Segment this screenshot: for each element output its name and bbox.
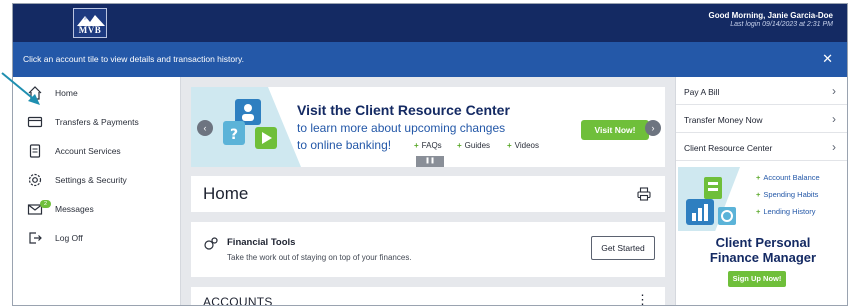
banner-title: Visit the Client Resource Center <box>297 102 510 118</box>
sidebar-item-label: Account Services <box>55 146 121 156</box>
annotation-arrow-icon <box>1 72 40 105</box>
sidebar-item-settings[interactable]: Settings & Security <box>13 168 181 192</box>
sidebar-item-label: Settings & Security <box>55 175 127 185</box>
sidebar-item-transfers[interactable]: Transfers & Payments <box>13 110 181 134</box>
finance-manager-promo: + Account Balance + Spending Habits + Lendi… <box>678 167 847 303</box>
resource-illustration-icon: ? <box>223 99 277 149</box>
chevron-right-icon: › <box>832 112 836 126</box>
transfer-money-link[interactable]: Transfer Money Now › <box>676 105 847 133</box>
sidebar-item-log-off[interactable]: Log Off <box>13 226 181 250</box>
home-card: Home <box>191 176 665 212</box>
quick-link-label: Client Resource Center <box>684 143 773 153</box>
faqs-link-label: FAQs <box>421 141 442 150</box>
get-started-button[interactable]: Get Started <box>591 236 655 260</box>
guides-link[interactable]: + Guides <box>457 141 490 150</box>
client-resource-center-link[interactable]: Client Resource Center › <box>676 133 847 161</box>
kebab-menu-icon[interactable]: ⋮ <box>636 292 649 305</box>
gear-icon <box>27 172 43 188</box>
sidebar-nav: Home Transfers & Payments Account Servic… <box>13 77 181 305</box>
promo-title-line2: Finance Manager <box>709 250 817 265</box>
logo-text: MVB <box>78 25 102 35</box>
main-content: ? ‹ Visit the Client Resource Center to … <box>189 77 667 306</box>
user-greeting: Good Morning, Janie Garcia-Doe Last logi… <box>709 11 833 28</box>
sidebar-item-account-services[interactable]: Account Services <box>13 139 181 163</box>
promo-feature: + Spending Habits <box>756 190 819 199</box>
quick-link-label: Pay A Bill <box>684 87 720 97</box>
sidebar-item-label: Log Off <box>55 233 83 243</box>
chevron-right-icon: › <box>832 84 836 98</box>
sidebar-item-label: Messages <box>55 204 94 214</box>
faqs-link[interactable]: + FAQs <box>414 141 442 150</box>
finance-chart-icon <box>686 177 736 225</box>
top-header: MVB Good Morning, Janie Garcia-Doe Last … <box>13 4 847 42</box>
videos-link-label: Videos <box>514 141 539 150</box>
info-message: Click an account tile to view details an… <box>23 54 244 64</box>
promo-feature: + Lending History <box>756 207 816 216</box>
print-icon[interactable] <box>637 187 651 201</box>
pay-a-bill-link[interactable]: Pay A Bill › <box>676 77 847 105</box>
chevron-right-icon: › <box>832 140 836 154</box>
promo-feature: + Account Balance <box>756 173 820 182</box>
document-icon <box>27 143 43 159</box>
promo-feature-label: Account Balance <box>763 173 820 182</box>
svg-text:?: ? <box>230 127 238 143</box>
financial-tools-card: Financial Tools Take the work out of sta… <box>191 222 665 277</box>
sidebar-item-label: Home <box>55 88 78 98</box>
promo-feature-label: Lending History <box>763 207 816 216</box>
bank-logo[interactable]: MVB <box>73 8 107 38</box>
sidebar-item-label: Transfers & Payments <box>55 117 139 127</box>
carousel-pause-button[interactable]: ❚❚ <box>416 156 444 167</box>
sidebar-item-messages[interactable]: 2 Messages <box>13 197 181 221</box>
banner-subtitle-line2: to online banking! <box>297 138 392 152</box>
logout-icon <box>27 230 43 246</box>
card-icon <box>27 114 43 130</box>
info-bar: Click an account tile to view details an… <box>13 42 847 77</box>
videos-link[interactable]: + Videos <box>507 141 539 150</box>
quick-links-panel: Pay A Bill › Transfer Money Now › Client… <box>675 77 847 305</box>
carousel-prev-button[interactable]: ‹ <box>197 120 213 136</box>
quick-link-label: Transfer Money Now <box>684 115 763 125</box>
promo-title-line1: Client Personal <box>715 235 811 250</box>
carousel-next-button[interactable]: › <box>645 120 661 136</box>
greeting-text: Good Morning, Janie Garcia-Doe <box>708 11 833 20</box>
banner-subtitle-line1: to learn more about upcoming changes <box>297 121 506 135</box>
accounts-title: ACCOUNTS <box>203 295 273 306</box>
visit-now-button[interactable]: Visit Now! <box>581 120 649 140</box>
last-login-text: Last login 09/14/2023 at 2:31 PM <box>730 21 833 28</box>
banking-dashboard: MVB Good Morning, Janie Garcia-Doe Last … <box>12 3 848 306</box>
financial-tools-description: Take the work out of staying on top of y… <box>227 253 412 262</box>
unread-badge: 2 <box>40 200 51 208</box>
guides-link-label: Guides <box>464 141 491 150</box>
financial-tools-title: Financial Tools <box>227 237 296 248</box>
close-icon[interactable]: ✕ <box>822 52 833 65</box>
promo-feature-label: Spending Habits <box>763 190 819 199</box>
accounts-card: ACCOUNTS ⋮ <box>191 287 665 306</box>
promo-banner: ? ‹ Visit the Client Resource Center to … <box>191 87 665 167</box>
sign-up-button[interactable]: Sign Up Now! <box>728 271 786 287</box>
tools-icon <box>204 237 218 250</box>
page-title: Home <box>203 184 249 203</box>
